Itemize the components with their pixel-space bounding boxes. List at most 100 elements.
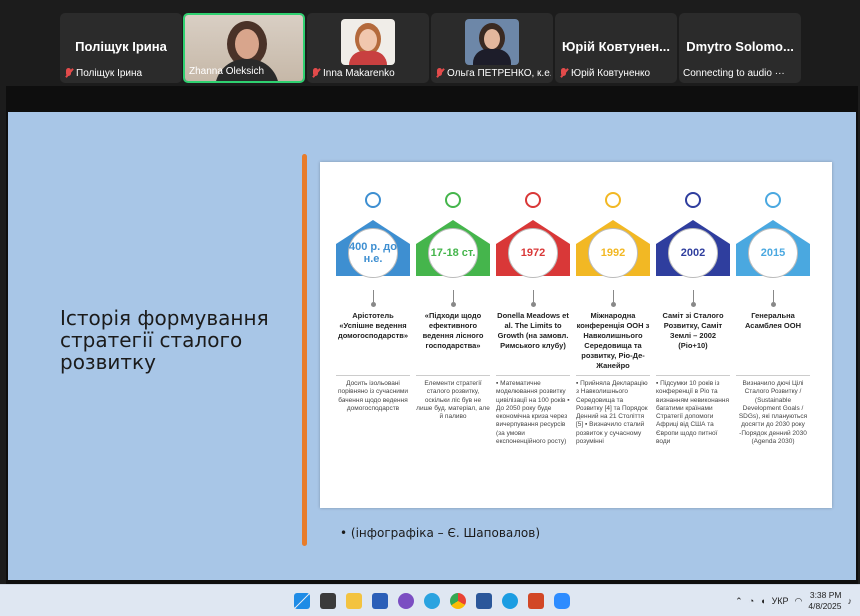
timeline-heading: Donella Meadows et al. The Limits to Gro… bbox=[497, 311, 569, 350]
timeline-badge: 400 р. до н.е. bbox=[336, 218, 410, 278]
timeline-badge: 2015 bbox=[736, 218, 810, 278]
notification-bell-icon[interactable]: ♪ bbox=[848, 596, 853, 606]
timeline-description: ▪ Підсумки 10 років із конференції в Ріо… bbox=[656, 380, 729, 446]
participant-label: Ольга ПЕТРЕНКО, к.е... bbox=[447, 67, 551, 79]
timeline-heading: Саміт зі Сталого Розвитку, Саміт Землі –… bbox=[662, 311, 724, 350]
timeline-connector bbox=[772, 290, 774, 302]
slide-caption: • (інфографіка – Є. Шаповалов) bbox=[340, 526, 541, 540]
volume-icon[interactable]: ◖ bbox=[760, 596, 765, 606]
timeline-description: Визначило дючі Цілі Сталого Розвитку / (… bbox=[738, 380, 808, 446]
timeline-connector bbox=[612, 290, 614, 302]
muted-mic-icon bbox=[559, 67, 568, 79]
timeline-column: 17-18 ст. «Підходи щодо ефективного веде… bbox=[416, 192, 490, 421]
participant-tile-olga[interactable]: Ольга ПЕТРЕНКО, к.е... bbox=[431, 13, 553, 83]
participant-label: Поліщук Ірина bbox=[76, 67, 143, 79]
gear-icon bbox=[765, 192, 781, 208]
timeline-column: 400 р. до н.е. Арістотель «Успішне веден… bbox=[336, 192, 410, 413]
participant-name-large: Юрій Ковтунен... bbox=[562, 39, 670, 54]
people-icon bbox=[685, 192, 701, 208]
timeline-badge: 2002 bbox=[656, 218, 730, 278]
windows-taskbar: ⌃ ◔ ◖ УКР ◠ 3:38 PM 4/8/2025 ♪ bbox=[0, 584, 860, 616]
participants-strip: Поліщук Ірина Поліщук Ірина Zhanna Oleks… bbox=[0, 0, 860, 86]
viber-icon[interactable] bbox=[398, 593, 414, 609]
word-icon[interactable] bbox=[476, 593, 492, 609]
timeline-year: 1972 bbox=[508, 228, 558, 278]
slide-title: Історія формування стратегії сталого роз… bbox=[60, 306, 269, 374]
timeline-column: 2015 Генеральна Асамблея ООН Визначило д… bbox=[736, 192, 810, 446]
wifi-icon[interactable]: ◠ bbox=[795, 596, 803, 607]
muted-mic-icon bbox=[311, 67, 320, 79]
file-explorer-icon[interactable] bbox=[346, 593, 362, 609]
timeline-dot bbox=[450, 302, 456, 307]
system-tray: ⌃ ◔ ◖ УКР ◠ 3:38 PM 4/8/2025 ♪ bbox=[735, 588, 852, 614]
timeline-separator bbox=[736, 375, 810, 376]
task-view-icon[interactable] bbox=[320, 593, 336, 609]
timeline-description: ▪ Прийняла Декларацію з Навколишнього Се… bbox=[576, 380, 648, 446]
participant-tile-zhanna[interactable]: Zhanna Oleksich bbox=[183, 13, 305, 83]
timeline-connector bbox=[692, 290, 694, 302]
timeline-heading: Генеральна Асамблея ООН bbox=[744, 311, 802, 330]
participant-name-large: Dmytro Solomo... bbox=[686, 39, 794, 54]
network-icon[interactable]: ◔ bbox=[749, 596, 754, 606]
timeline-column: 1972 Donella Meadows et al. The Limits t… bbox=[496, 192, 570, 446]
chrome-icon[interactable] bbox=[450, 593, 466, 609]
start-menu-icon[interactable] bbox=[294, 593, 310, 609]
hand-icon bbox=[605, 192, 621, 208]
timeline-dot bbox=[610, 302, 616, 307]
participant-label: Zhanna Oleksich bbox=[189, 65, 265, 77]
participant-label: Юрій Ковтуненко bbox=[571, 67, 651, 79]
timeline-badge: 1972 bbox=[496, 218, 570, 278]
participant-tile-inna[interactable]: Inna Makarenko bbox=[307, 13, 429, 83]
timeline-column: 2002 Саміт зі Сталого Розвитку, Саміт Зе… bbox=[656, 192, 730, 446]
timeline-column: 1992 Міжнародна конференція ООН з Навкол… bbox=[576, 192, 650, 446]
timeline-dot bbox=[770, 302, 776, 307]
timeline-badge: 17-18 ст. bbox=[416, 218, 490, 278]
timeline-year: 400 р. до н.е. bbox=[348, 228, 398, 278]
timeline-connector bbox=[452, 290, 454, 302]
telegram-icon[interactable] bbox=[424, 593, 440, 609]
clock[interactable]: 3:38 PM 4/8/2025 bbox=[808, 590, 841, 612]
participant-tile-yurii[interactable]: Юрій Ковтунен... Юрій Ковтуненко bbox=[555, 13, 677, 83]
muted-mic-icon bbox=[64, 67, 73, 79]
chevron-up-icon[interactable]: ⌃ bbox=[735, 596, 743, 607]
timeline-description: ▪ Математичне моделювання розвитку цивіл… bbox=[496, 380, 570, 446]
tools-icon bbox=[525, 192, 541, 208]
participant-tile-dmytro[interactable]: Dmytro Solomo... Connecting to audio ··· bbox=[679, 13, 801, 83]
participant-name-large: Поліщук Ірина bbox=[75, 39, 167, 54]
timeline-dot bbox=[690, 302, 696, 307]
timeline-badge: 1992 bbox=[576, 218, 650, 278]
timeline-separator bbox=[656, 375, 730, 376]
timeline-connector bbox=[532, 290, 534, 302]
timeline-connector bbox=[372, 290, 374, 302]
timeline-heading: Арістотель «Успішне ведення домогосподар… bbox=[337, 311, 409, 340]
timeline-separator bbox=[576, 375, 650, 376]
participant-avatar bbox=[465, 19, 519, 65]
slide-divider bbox=[302, 154, 307, 546]
timeline-year: 1992 bbox=[588, 228, 638, 278]
timeline-separator bbox=[416, 375, 490, 376]
timeline-heading: Міжнародна конференція ООН з Навколишньо… bbox=[576, 311, 650, 370]
timeline-separator bbox=[336, 375, 410, 376]
clock-date: 4/8/2025 bbox=[808, 601, 842, 611]
muted-mic-icon bbox=[435, 67, 444, 79]
edge-icon[interactable] bbox=[502, 593, 518, 609]
timeline-year: 2015 bbox=[748, 228, 798, 278]
store-icon[interactable] bbox=[372, 593, 388, 609]
powerpoint-icon[interactable] bbox=[528, 593, 544, 609]
participant-label: Connecting to audio ··· bbox=[683, 67, 785, 79]
timeline-dot bbox=[370, 302, 376, 307]
timeline-description: Елементи стратегії сталого розвитку, оск… bbox=[416, 380, 490, 421]
clock-time: 3:38 PM bbox=[809, 590, 842, 600]
participant-tile-polishchuk[interactable]: Поліщук Ірина Поліщук Ірина bbox=[60, 13, 182, 83]
timeline-separator bbox=[496, 375, 570, 376]
lightbulb-icon bbox=[445, 192, 461, 208]
timeline-description: Досить ізольовані порівняно із сучасними… bbox=[337, 380, 409, 412]
zoom-icon[interactable] bbox=[554, 593, 570, 609]
timeline-infographic: 400 р. до н.е. Арістотель «Успішне веден… bbox=[320, 162, 832, 508]
timeline-year: 2002 bbox=[668, 228, 718, 278]
participant-avatar bbox=[341, 19, 395, 65]
timeline-dot bbox=[530, 302, 536, 307]
participant-label: Inna Makarenko bbox=[323, 67, 395, 79]
location-pin-icon bbox=[365, 192, 381, 208]
language-indicator[interactable]: УКР bbox=[772, 596, 789, 606]
